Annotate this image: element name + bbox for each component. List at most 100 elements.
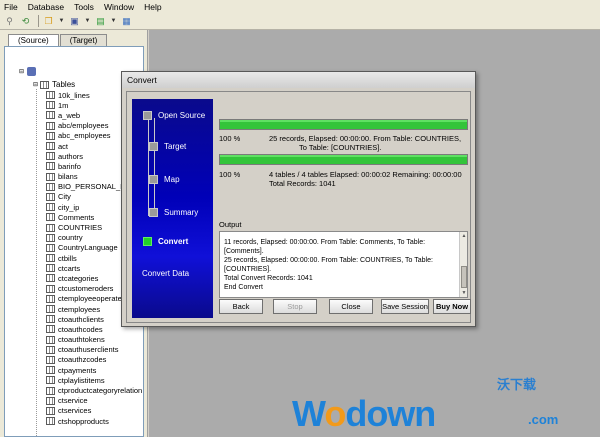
step-map: Map xyxy=(149,175,180,184)
table-row[interactable]: ctoauthtokens xyxy=(46,335,142,345)
table-name: city_ip xyxy=(58,202,80,212)
table-name: abc_employees xyxy=(58,131,111,141)
table-row[interactable]: ctservice xyxy=(46,396,142,406)
table-icon xyxy=(46,223,55,232)
step-open-source: Open Source xyxy=(143,111,205,120)
table-progress-status: 25 records, Elapsed: 00:00:00. From Tabl… xyxy=(269,134,462,143)
chevron-down-icon[interactable]: ▼ xyxy=(58,15,65,28)
table-name: ctoauthclients xyxy=(58,314,104,324)
output-text: 11 records, Elapsed: 00:00:00. From Tabl… xyxy=(224,239,433,291)
tree-node-tables[interactable]: ⊟ Tables xyxy=(33,80,75,89)
save-session-button[interactable]: Save Session xyxy=(381,299,429,314)
table-icon xyxy=(46,233,55,242)
new-project-icon[interactable]: ❐ xyxy=(42,15,55,28)
table-icon xyxy=(46,131,55,140)
table-row[interactable]: ctshopproducts xyxy=(46,416,142,426)
table-row[interactable]: ctpayments xyxy=(46,365,142,375)
scroll-up-icon[interactable]: ▲ xyxy=(461,233,467,239)
step-marker-icon xyxy=(143,111,152,120)
table-name: City xyxy=(58,192,71,202)
table-name: 10k_lines xyxy=(58,90,90,100)
convert-dialog: Convert Open Source Target Map Summary C… xyxy=(121,71,476,327)
step-target: Target xyxy=(149,142,186,151)
tree-node-label: Tables xyxy=(52,80,76,89)
total-progress-percent: 100 % xyxy=(219,170,241,179)
table-icon xyxy=(46,366,55,375)
table-name: ctoauthzcodes xyxy=(58,355,107,365)
table-icon xyxy=(46,254,55,263)
back-button[interactable]: Back xyxy=(219,299,263,314)
table-row[interactable]: ctoauthzcodes xyxy=(46,355,142,365)
save-icon[interactable]: ▣ xyxy=(68,15,81,28)
menu-window[interactable]: Window xyxy=(104,2,134,12)
watermark-cn: 沃下载 xyxy=(497,377,537,392)
table-icon xyxy=(46,376,55,385)
output-label: Output xyxy=(219,220,242,229)
table-row[interactable]: ctproductcategoryrelation xyxy=(46,385,142,395)
table-icon xyxy=(46,162,55,171)
pin-icon[interactable]: ⚲ xyxy=(3,15,16,28)
menu-database[interactable]: Database xyxy=(28,2,64,12)
table-row[interactable]: ctservices xyxy=(46,406,142,416)
table-icon xyxy=(46,274,55,283)
step-summary: Summary xyxy=(149,208,198,217)
menu-tools[interactable]: Tools xyxy=(74,2,94,12)
scroll-thumb[interactable] xyxy=(461,266,467,288)
table-icon xyxy=(46,142,55,151)
step-marker-icon xyxy=(149,175,158,184)
stop-button[interactable]: Stop xyxy=(273,299,317,314)
output-log[interactable]: 11 records, Elapsed: 00:00:00. From Tabl… xyxy=(219,231,468,298)
output-scrollbar[interactable]: ▲ ▼ xyxy=(459,232,467,297)
table-name: ctshopproducts xyxy=(58,416,109,426)
table-icon xyxy=(46,203,55,212)
dialog-title: Convert xyxy=(122,72,475,88)
close-button[interactable]: Close xyxy=(329,299,373,314)
table-icon xyxy=(46,243,55,252)
table-row[interactable]: ctplaylistitems xyxy=(46,375,142,385)
table-icon xyxy=(46,396,55,405)
buy-now-button[interactable]: Buy Now xyxy=(433,299,471,314)
table-name: Comments xyxy=(58,212,95,222)
table-name: ctservices xyxy=(58,406,92,416)
table-name: a_web xyxy=(58,110,81,120)
menu-help[interactable]: Help xyxy=(144,2,161,12)
tab-target[interactable]: (Target) xyxy=(59,34,108,46)
table-icon xyxy=(46,152,55,161)
table-icon xyxy=(46,335,55,344)
scroll-down-icon[interactable]: ▼ xyxy=(461,290,467,296)
convert-icon[interactable]: ▤ xyxy=(94,15,107,28)
table-icon xyxy=(46,294,55,303)
table-row[interactable]: ctoauthuserclients xyxy=(46,345,142,355)
table-icon xyxy=(46,355,55,364)
refresh-icon[interactable]: ⟲ xyxy=(19,15,32,28)
table-name: bilans xyxy=(58,172,78,182)
total-progress-status: 4 tables / 4 tables Elapsed: 00:00:02 Re… xyxy=(269,170,462,179)
watermark-dotcom: .com xyxy=(528,412,559,427)
table-icon xyxy=(46,192,55,201)
table-name: ctcategories xyxy=(58,273,99,283)
toolbar: ⚲ ⟲ ❐ ▼ ▣ ▼ ▤ ▼ ▦ xyxy=(0,13,600,30)
tree-connector xyxy=(36,89,37,436)
table-progress-status-2: To Table: [COUNTRIES]. xyxy=(299,143,382,152)
grid-icon[interactable]: ▦ xyxy=(120,15,133,28)
total-records: Total Records: 1041 xyxy=(269,179,336,188)
menu-file[interactable]: File xyxy=(4,2,18,12)
table-name: ctpayments xyxy=(58,365,97,375)
table-name: CountryLanguage xyxy=(58,243,118,253)
dialog-body: Open Source Target Map Summary Convert C… xyxy=(126,91,471,323)
table-icon xyxy=(46,325,55,334)
expand-icon[interactable]: ⊟ xyxy=(33,81,38,88)
table-name: ctplaylistitems xyxy=(58,375,105,385)
table-name: ctcarts xyxy=(58,263,81,273)
table-name: ctbills xyxy=(58,253,77,263)
expand-icon[interactable]: ⊟ xyxy=(19,68,24,75)
chevron-down-icon[interactable]: ▼ xyxy=(110,15,117,28)
table-icon xyxy=(46,305,55,314)
table-icon xyxy=(46,213,55,222)
tree-root-database[interactable]: ⊟ xyxy=(19,67,39,76)
table-name: country xyxy=(58,233,83,243)
total-progress-bar xyxy=(219,154,468,165)
table-name: ctemployees xyxy=(58,304,101,314)
table-icon xyxy=(46,264,55,273)
chevron-down-icon[interactable]: ▼ xyxy=(84,15,91,28)
